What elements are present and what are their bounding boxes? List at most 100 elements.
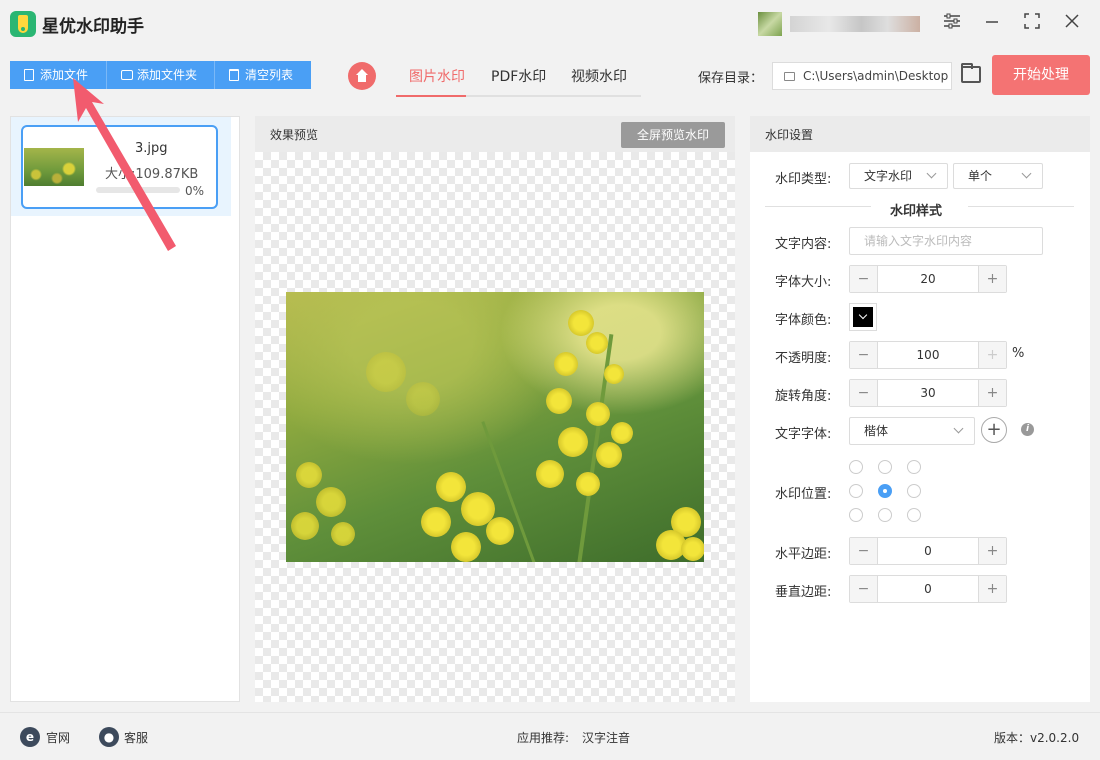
opacity-unit: %: [1012, 346, 1025, 361]
footer-bar: e 官网 ● 客服 应用推荐: 汉字注音 版本：v2.0.2.0: [0, 712, 1100, 760]
rotation-label: 旋转角度:: [775, 389, 832, 404]
settings-title: 水印设置: [765, 128, 814, 142]
font-size-stepper[interactable]: − 20 +: [849, 265, 1007, 293]
file-list-item[interactable]: 3.jpg 大小:109.87KB 0%: [21, 125, 218, 209]
app-title: 星优水印助手: [42, 17, 144, 37]
user-name-blurred[interactable]: [790, 16, 920, 32]
preview-image: [286, 292, 704, 562]
increment-button[interactable]: +: [978, 266, 1006, 292]
decrement-button[interactable]: −: [850, 380, 878, 406]
file-size: 大小:109.87KB: [105, 167, 199, 182]
position-bottom-left[interactable]: [849, 508, 863, 522]
add-folder-button[interactable]: 添加文件夹: [107, 61, 214, 89]
chevron-down-icon: [926, 168, 937, 179]
opacity-stepper[interactable]: − 100 +: [849, 341, 1007, 369]
minimize-icon[interactable]: [980, 12, 1004, 36]
color-check-icon: [853, 307, 873, 327]
chevron-down-icon: [1021, 168, 1032, 179]
recommend-app-link[interactable]: 汉字注音: [582, 729, 630, 746]
watermark-type-value: 文字水印: [864, 169, 913, 183]
watermark-mode-value: 单个: [968, 169, 993, 183]
section-divider: [765, 206, 871, 207]
v-margin-stepper[interactable]: − 0 +: [849, 575, 1007, 603]
home-button[interactable]: [348, 62, 376, 90]
increment-button[interactable]: +: [978, 538, 1006, 564]
file-icon: [24, 69, 34, 81]
add-folder-label: 添加文件夹: [137, 68, 198, 82]
save-dir-label: 保存目录：: [698, 71, 764, 86]
folder-icon: [784, 72, 795, 81]
decrement-button[interactable]: −: [850, 576, 878, 602]
start-processing-button[interactable]: 开始处理: [992, 55, 1090, 95]
add-file-label: 添加文件: [40, 68, 89, 82]
position-top-right[interactable]: [907, 460, 921, 474]
rotation-value[interactable]: 30: [878, 380, 978, 406]
sliders-icon[interactable]: [940, 12, 964, 36]
fullscreen-preview-button[interactable]: 全屏预览水印: [621, 122, 725, 148]
tab-active-indicator: [396, 95, 466, 97]
font-color-label: 字体颜色:: [775, 313, 832, 328]
position-middle-center[interactable]: [878, 484, 892, 498]
file-name: 3.jpg: [135, 141, 168, 156]
save-dir-field[interactable]: C:\Users\admin\Desktop: [772, 62, 952, 90]
watermark-style-heading: 水印样式: [890, 204, 943, 219]
decrement-button[interactable]: −: [850, 342, 878, 368]
info-icon[interactable]: i: [1021, 423, 1034, 436]
maximize-icon[interactable]: [1020, 12, 1044, 36]
section-divider: [968, 206, 1074, 207]
rotation-stepper[interactable]: − 30 +: [849, 379, 1007, 407]
file-progress-bar: [96, 187, 180, 193]
folder-icon: [121, 70, 133, 80]
preview-title: 效果预览: [270, 128, 319, 142]
open-folder-icon[interactable]: [961, 63, 981, 83]
close-icon[interactable]: [1060, 12, 1084, 36]
position-middle-right[interactable]: [907, 484, 921, 498]
v-margin-value[interactable]: 0: [878, 576, 978, 602]
add-file-button[interactable]: 添加文件: [10, 61, 106, 89]
watermark-type-select[interactable]: 文字水印: [849, 163, 948, 189]
position-label: 水印位置:: [775, 487, 832, 502]
user-avatar[interactable]: [758, 12, 782, 36]
text-content-input[interactable]: [849, 227, 1043, 255]
app-logo-icon: [10, 11, 36, 37]
position-top-left[interactable]: [849, 460, 863, 474]
tab-video-watermark[interactable]: 视频水印: [571, 66, 627, 86]
opacity-label: 不透明度:: [775, 351, 832, 366]
font-color-picker[interactable]: [849, 303, 877, 331]
font-family-label: 文字字体:: [775, 427, 832, 442]
position-middle-left[interactable]: [849, 484, 863, 498]
tab-pdf-watermark[interactable]: PDF水印: [491, 66, 546, 86]
position-bottom-center[interactable]: [878, 508, 892, 522]
tab-image-watermark[interactable]: 图片水印: [409, 66, 465, 86]
customer-service-link[interactable]: 客服: [124, 729, 148, 746]
clear-list-label: 清空列表: [245, 68, 294, 82]
h-margin-stepper[interactable]: − 0 +: [849, 537, 1007, 565]
chat-icon[interactable]: ●: [99, 727, 119, 747]
increment-button[interactable]: +: [978, 576, 1006, 602]
settings-header: 水印设置: [750, 116, 1090, 152]
chevron-down-icon: [953, 423, 964, 434]
website-link[interactable]: 官网: [46, 729, 70, 746]
h-margin-value[interactable]: 0: [878, 538, 978, 564]
increment-button[interactable]: +: [978, 380, 1006, 406]
website-icon[interactable]: e: [20, 727, 40, 747]
file-progress-text: 0%: [185, 184, 205, 198]
position-bottom-right[interactable]: [907, 508, 921, 522]
font-size-value[interactable]: 20: [878, 266, 978, 292]
watermark-type-label: 水印类型:: [775, 172, 832, 187]
watermark-settings-panel: 水印设置 水印类型: 文字水印 单个 水印样式 文字内容: 字体大小: − 20…: [750, 116, 1090, 702]
opacity-value[interactable]: 100: [878, 342, 978, 368]
trash-icon: [229, 69, 239, 81]
decrement-button[interactable]: −: [850, 538, 878, 564]
position-top-center[interactable]: [878, 460, 892, 474]
watermark-mode-select[interactable]: 单个: [953, 163, 1043, 189]
decrement-button[interactable]: −: [850, 266, 878, 292]
text-content-label: 文字内容:: [775, 237, 832, 252]
increment-button[interactable]: +: [978, 342, 1006, 368]
file-thumbnail: [24, 136, 84, 186]
add-font-button[interactable]: +: [981, 417, 1007, 443]
font-family-select[interactable]: 楷体: [849, 417, 975, 445]
clear-list-button[interactable]: 清空列表: [215, 61, 311, 89]
version-text: 版本：v2.0.2.0: [994, 731, 1080, 745]
v-margin-label: 垂直边距:: [775, 585, 832, 600]
